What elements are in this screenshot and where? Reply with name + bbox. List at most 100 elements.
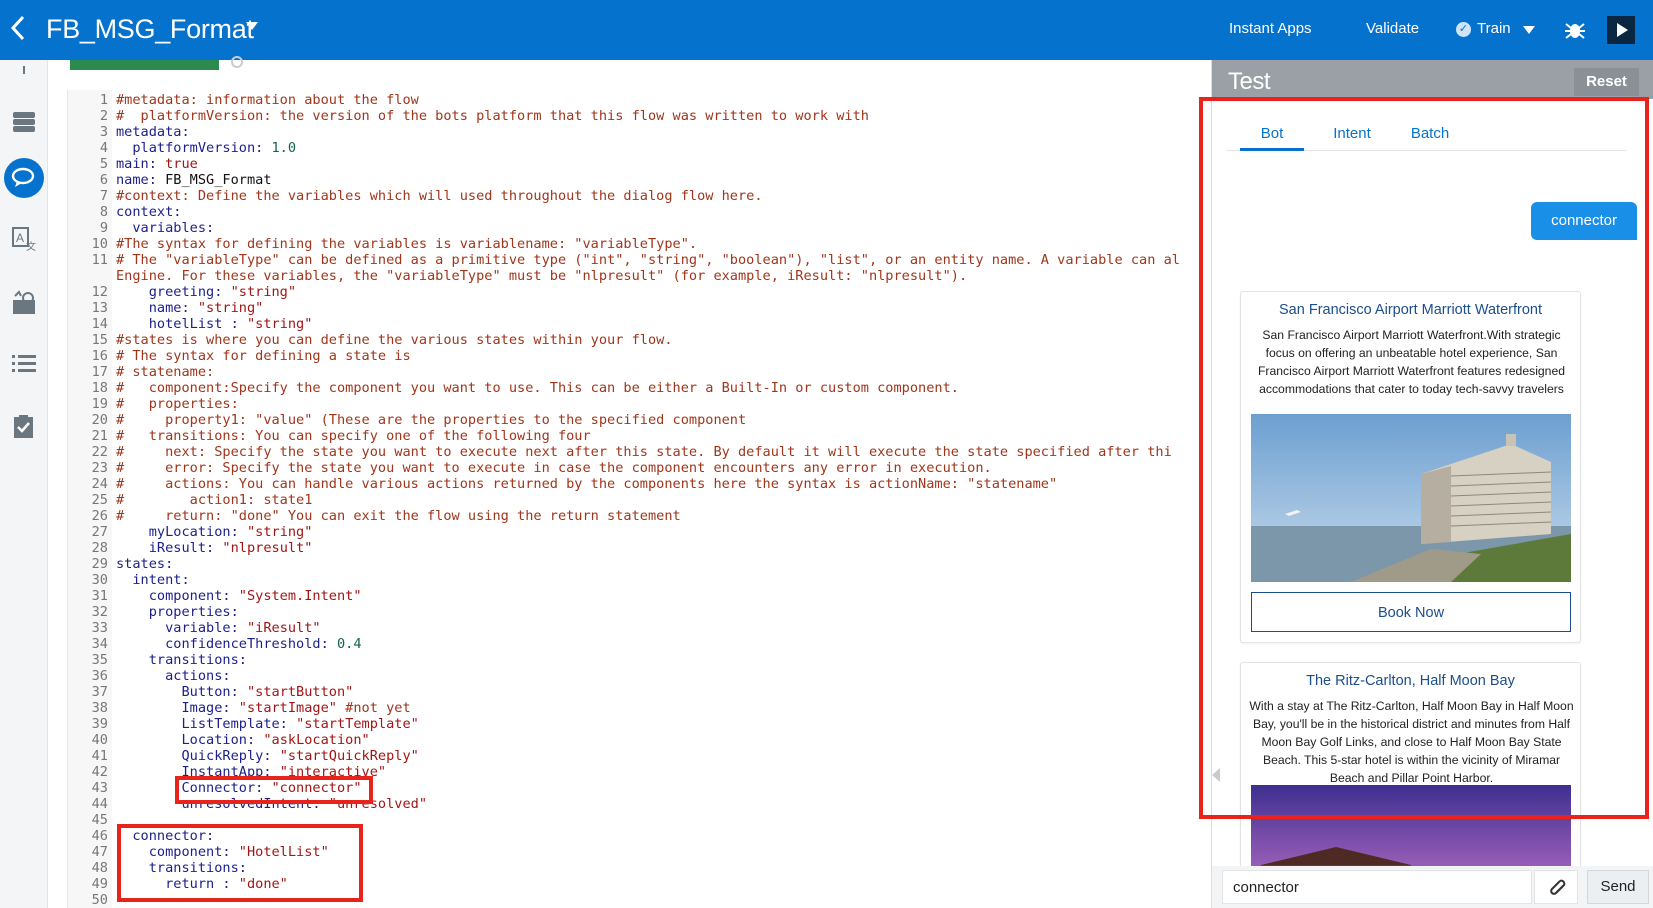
check-circle-icon: ✓ [1456, 22, 1471, 37]
validate-link[interactable]: Validate [1366, 20, 1419, 37]
train-dropdown-icon[interactable] [1523, 26, 1535, 34]
line-number: 33 [91, 620, 108, 636]
code-text: metadata: [116, 124, 190, 140]
line-number: 35 [91, 652, 108, 668]
line-number: 16 [91, 348, 108, 364]
code-text: # error: Specify the state you want to e… [116, 460, 992, 476]
line-number: 6 [99, 172, 108, 188]
line-number: 27 [91, 524, 108, 540]
code-text: # properties: [116, 396, 239, 412]
code-text: variable: "iResult" [116, 620, 321, 636]
flows-icon[interactable] [0, 158, 48, 198]
code-text: actions: [116, 668, 231, 684]
line-number: 34 [91, 636, 108, 652]
code-text: Button: "startButton" [116, 684, 354, 700]
bug-icon[interactable] [1564, 20, 1586, 40]
chevron-down-icon[interactable] [246, 22, 258, 30]
code-text: hotelList : "string" [116, 316, 313, 332]
line-number: 22 [91, 444, 108, 460]
line-number: 20 [91, 412, 108, 428]
line-number: 4 [99, 140, 108, 156]
line-number: 14 [91, 316, 108, 332]
line-number: 29 [91, 556, 108, 572]
code-text: component: "System.Intent" [116, 588, 362, 604]
editor-action-button[interactable] [70, 60, 219, 70]
code-text: #metadata: information about the flow [116, 92, 419, 108]
code-text: Image: "startImage" #not yet [116, 700, 411, 716]
code-text: properties: [116, 604, 239, 620]
help-icon[interactable] [231, 56, 243, 68]
line-number: 21 [91, 428, 108, 444]
line-number: 47 [91, 844, 108, 860]
test-panel-header: Test Reset [1212, 60, 1653, 99]
top-header: FB_MSG_Format Instant Apps Validate ✓ Tr… [0, 0, 1653, 60]
code-text: name: "string" [116, 300, 264, 316]
line-number: 26 [91, 508, 108, 524]
chevron-left-icon[interactable] [10, 14, 26, 48]
code-text: # return: "done" You can exit the flow u… [116, 508, 681, 524]
chat-message-input[interactable] [1222, 870, 1532, 904]
connector-state-highlight [117, 824, 363, 902]
line-number: 15 [91, 332, 108, 348]
code-text: myLocation: "string" [116, 524, 313, 540]
code-text: Location: "askLocation" [116, 732, 370, 748]
collapse-panel-icon[interactable] [1212, 768, 1220, 782]
svg-text:A: A [16, 231, 24, 245]
code-text: confidenceThreshold: 0.4 [116, 636, 362, 652]
line-number: 19 [91, 396, 108, 412]
line-number: 30 [91, 572, 108, 588]
code-text: context: [116, 204, 182, 220]
code-text: Engine. For these variables, the "variab… [116, 268, 968, 284]
instant-apps-link[interactable]: Instant Apps [1229, 20, 1312, 37]
line-number: 32 [91, 604, 108, 620]
line-number: 46 [91, 828, 108, 844]
line-number: 42 [91, 764, 108, 780]
train-button[interactable]: Train [1477, 20, 1511, 37]
line-number: 9 [99, 220, 108, 236]
line-number: 10 [91, 236, 108, 252]
code-text: # The "variableType" can be defined as a… [116, 252, 1180, 268]
line-number: 1 [99, 92, 108, 108]
test-conversation-highlight [1199, 97, 1649, 819]
code-text: variables: [116, 220, 215, 236]
line-number: 37 [91, 684, 108, 700]
send-button[interactable]: Send [1587, 870, 1649, 904]
line-number: 12 [91, 284, 108, 300]
code-text: # property1: "value" (These are the prop… [116, 412, 747, 428]
intents-icon[interactable] [0, 58, 48, 74]
code-text: transitions: [116, 652, 247, 668]
line-number: 3 [99, 124, 108, 140]
components-icon[interactable] [0, 282, 48, 322]
clipboard-check-icon[interactable] [0, 406, 48, 446]
code-text: name: FB_MSG_Format [116, 172, 272, 188]
code-text: ListTemplate: "startTemplate" [116, 716, 419, 732]
translate-icon[interactable]: A文 [0, 218, 48, 258]
line-number: 39 [91, 716, 108, 732]
reset-button[interactable]: Reset [1574, 68, 1639, 96]
list-icon[interactable] [0, 344, 48, 384]
line-number: 31 [91, 588, 108, 604]
line-number: 44 [91, 796, 108, 812]
code-text: #states is where you can define the vari… [116, 332, 673, 348]
line-number: 45 [91, 812, 108, 828]
line-number: 25 [91, 492, 108, 508]
paperclip-icon [1550, 879, 1566, 895]
code-text: QuickReply: "startQuickReply" [116, 748, 419, 764]
line-number: 36 [91, 668, 108, 684]
code-text: #The syntax for defining the variables i… [116, 236, 698, 252]
code-text: # actions: You can handle various action… [116, 476, 1058, 492]
connector-action-highlight [175, 776, 373, 804]
svg-text:文: 文 [26, 240, 36, 252]
code-text: #context: Define the variables which wil… [116, 188, 763, 204]
line-number: 50 [91, 892, 108, 908]
attachment-button[interactable] [1534, 870, 1578, 904]
line-number: 40 [91, 732, 108, 748]
play-icon[interactable] [1607, 16, 1635, 44]
line-number: 13 [91, 300, 108, 316]
code-text: # transitions: You can specify one of th… [116, 428, 591, 444]
bot-title[interactable]: FB_MSG_Format [46, 14, 254, 45]
line-number: 24 [91, 476, 108, 492]
line-number: 38 [91, 700, 108, 716]
line-number: 23 [91, 460, 108, 476]
entities-icon[interactable] [0, 102, 48, 142]
